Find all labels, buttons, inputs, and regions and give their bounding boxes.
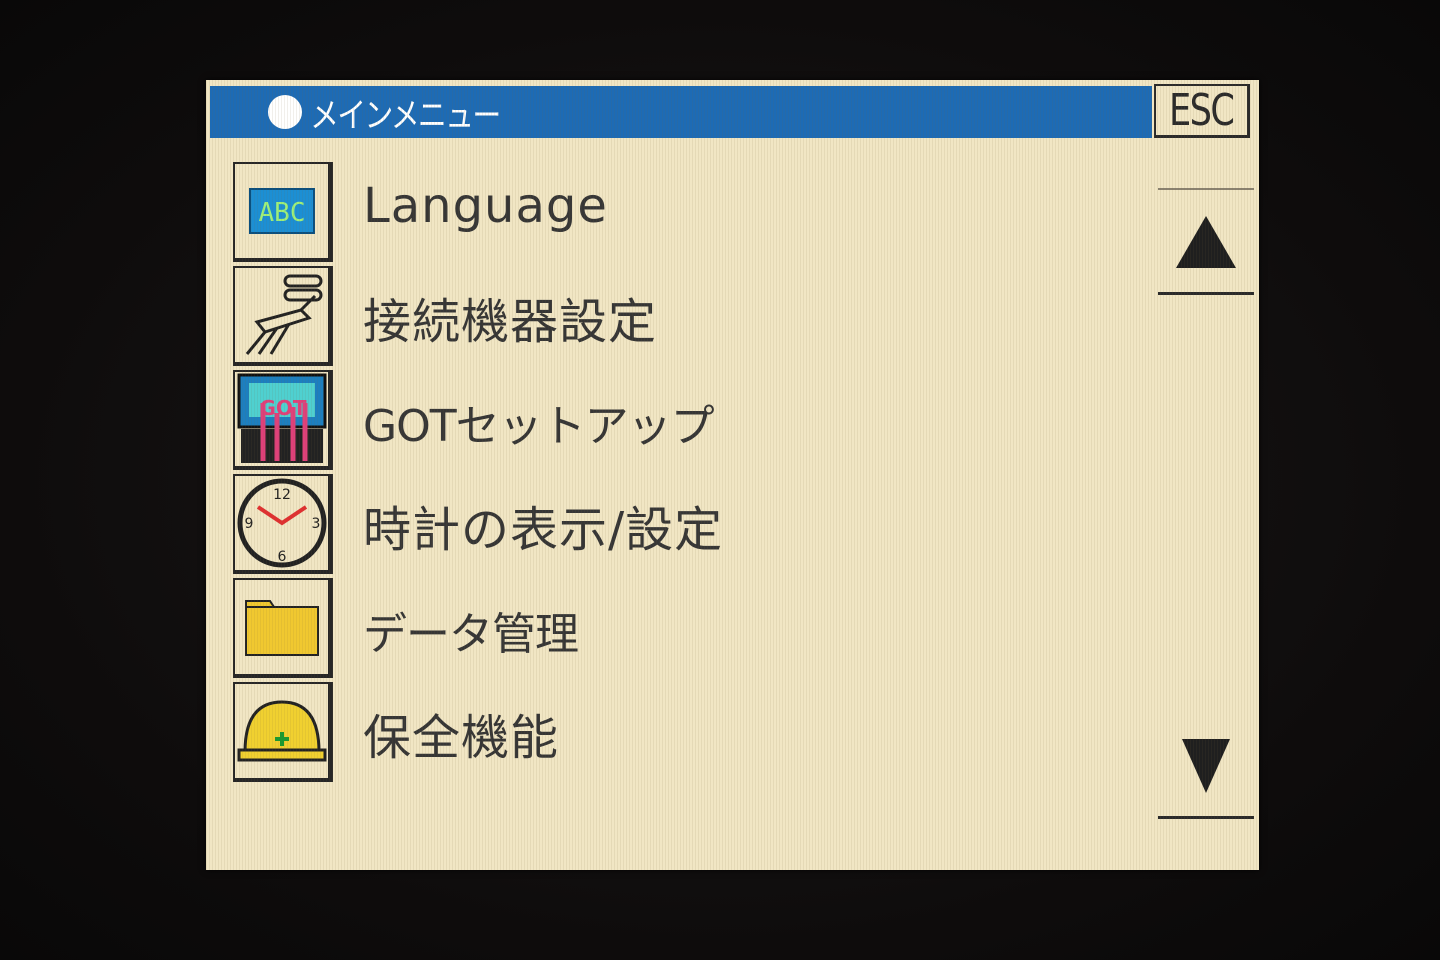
svg-text:12: 12 [273,487,291,503]
title-bar: メインメニュー [210,86,1152,138]
scroll-up-button[interactable] [1158,192,1254,295]
menu-item-label: GOTセットアップ [363,401,715,452]
hmi-screen: メインメニュー ESC ABC Language 接続機器設定 GOT GOTセ… [206,80,1259,870]
menu-item-label: 保全機能 [363,710,560,766]
esc-button[interactable]: ESC [1154,84,1250,138]
connector-icon [233,266,333,366]
scroll-down-button[interactable] [1158,716,1254,819]
svg-text:ABC: ABC [258,198,305,228]
menu-item-label: Language [363,178,608,234]
clock-icon: 12 3 6 9 [233,474,333,574]
menu-item-clock[interactable]: 12 3 6 9 時計の表示/設定 [233,474,1133,578]
menu-item-language[interactable]: ABC Language [233,162,1133,266]
menu-item-connected-devices[interactable]: 接続機器設定 [233,266,1133,370]
menu-item-data-management[interactable]: データ管理 [233,578,1133,682]
arrow-up-icon [1176,216,1236,268]
esc-label: ESC [1169,85,1235,136]
scroll-divider [1158,188,1254,190]
helmet-icon [233,682,333,782]
title-bullet-icon [268,95,302,129]
svg-text:3: 3 [311,516,320,532]
menu-item-maintenance[interactable]: 保全機能 [233,682,1133,786]
svg-text:9: 9 [244,516,253,532]
menu-item-got-setup[interactable]: GOT GOTセットアップ [233,370,1133,474]
svg-text:GOT: GOT [259,396,306,420]
menu-item-label: データ管理 [363,609,579,660]
menu-item-label: 時計の表示/設定 [363,502,724,558]
abc-icon: ABC [233,162,333,262]
arrow-down-icon [1182,739,1230,793]
page-title: メインメニュー [310,95,501,136]
monitor-setup-icon: GOT [233,370,333,470]
svg-text:6: 6 [277,549,286,565]
menu-item-label: 接続機器設定 [363,294,658,350]
folder-icon [233,578,333,678]
